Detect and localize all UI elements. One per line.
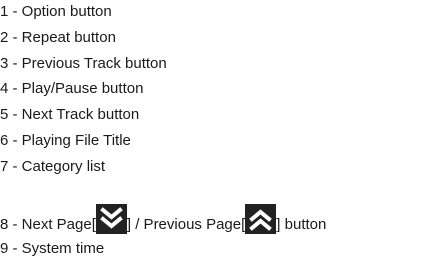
legend-item-8-prefix: 8 - Next Page[ <box>0 216 96 233</box>
legend-list: 1 - Option button 2 - Repeat button 3 - … <box>0 0 427 260</box>
legend-item-3: 3 - Previous Track button <box>0 55 167 72</box>
legend-item-8-suffix: ] button <box>276 216 327 233</box>
legend-item-8: 8 - Next Page[ ] / Previous Page[ ] butt… <box>0 198 326 234</box>
legend-item-6: 6 - Playing File Title <box>0 132 131 149</box>
legend-item-5: 5 - Next Track button <box>0 106 140 123</box>
legend-item-9: 9 - System time <box>0 240 105 257</box>
legend-item-2: 2 - Repeat button <box>0 29 116 46</box>
legend-item-7: 7 - Category list <box>0 158 106 175</box>
double-chevron-up-icon <box>245 204 277 234</box>
legend-item-8-middle: ] / Previous Page[ <box>126 216 246 233</box>
legend-item-1: 1 - Option button <box>0 3 112 20</box>
double-chevron-down-icon <box>95 204 127 234</box>
legend-item-4: 4 - Play/Pause button <box>0 80 144 97</box>
